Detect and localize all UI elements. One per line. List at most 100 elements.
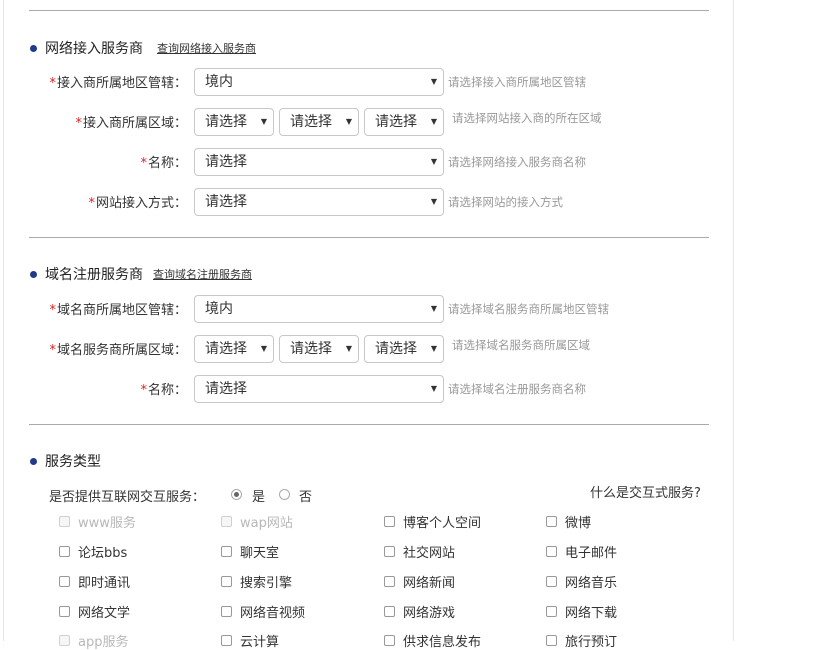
service-option-checkbox[interactable]: [384, 516, 395, 527]
isp-jurisdiction-select[interactable]: 境内 ▼: [194, 68, 444, 96]
registrar-section-header: 域名注册服务商 查询域名注册服务商: [30, 264, 252, 284]
section-bullet-icon: [30, 270, 37, 278]
service-option-label: www服务: [78, 516, 136, 531]
service-option[interactable]: 论坛bbs: [59, 542, 127, 561]
isp-region-label: *接入商所属区域：: [75, 116, 187, 131]
service-option-label: 社交网站: [403, 546, 456, 561]
service-option-label: 网络音视频: [240, 606, 306, 621]
chevron-down-icon: ▼: [430, 344, 437, 353]
service-option-checkbox[interactable]: [384, 606, 395, 617]
registrar-section-title: 域名注册服务商: [45, 267, 143, 283]
chevron-down-icon: ▼: [430, 157, 437, 166]
service-option[interactable]: 网络音乐: [546, 572, 617, 591]
isp-section-header: 网络接入服务商 查询网络接入服务商: [30, 38, 256, 58]
service-option[interactable]: 电子邮件: [546, 542, 617, 561]
required-mark-icon: *: [75, 116, 82, 131]
service-option[interactable]: 博客个人空间: [384, 512, 481, 531]
chevron-down-icon: ▼: [430, 304, 437, 313]
section-bullet-icon: [30, 44, 37, 52]
interactive-no-radio[interactable]: [279, 489, 290, 500]
service-option-checkbox[interactable]: [546, 606, 557, 617]
registrar-jurisdiction-select[interactable]: 境内 ▼: [194, 295, 444, 323]
service-option-checkbox[interactable]: [59, 606, 70, 617]
page-border-right: [733, 0, 734, 641]
section-bullet-icon: [30, 457, 37, 465]
chevron-down-icon: ▼: [260, 117, 267, 126]
service-option: wap网站: [221, 512, 293, 531]
isp-jurisdiction-hint: 请选择接入商所属地区管辖: [448, 75, 586, 89]
chevron-down-icon: ▼: [430, 117, 437, 126]
interactive-service-question: 是否提供互联网交互服务：: [49, 490, 206, 505]
what-is-interactive-link[interactable]: 什么是交互式服务?: [590, 482, 701, 501]
service-option[interactable]: 即时通讯: [59, 572, 130, 591]
registrar-name-select[interactable]: 请选择 ▼: [194, 375, 444, 403]
service-option-checkbox[interactable]: [546, 576, 557, 587]
isp-access-method-label: *网站接入方式：: [88, 196, 187, 211]
service-option[interactable]: 聊天室: [221, 542, 279, 561]
required-mark-icon: *: [140, 156, 147, 171]
service-option-label: 网络游戏: [403, 606, 456, 621]
query-registrar-link[interactable]: 查询域名注册服务商: [153, 266, 252, 282]
service-option-label: 博客个人空间: [403, 516, 482, 531]
service-option-checkbox[interactable]: [59, 576, 70, 587]
service-option[interactable]: 网络新闻: [384, 572, 455, 591]
registrar-region-province-select[interactable]: 请选择 ▼: [194, 335, 274, 363]
isp-region-province-select[interactable]: 请选择 ▼: [194, 108, 274, 136]
divider: [29, 424, 709, 425]
isp-name-select[interactable]: 请选择 ▼: [194, 148, 444, 176]
query-isp-link[interactable]: 查询网络接入服务商: [157, 40, 256, 56]
page-border-left: [3, 0, 4, 641]
interactive-yes-label[interactable]: 是: [252, 486, 265, 505]
service-option[interactable]: 网络游戏: [384, 602, 455, 621]
divider: [29, 237, 709, 238]
service-option-label: 论坛bbs: [78, 546, 128, 561]
service-option-checkbox[interactable]: [546, 516, 557, 527]
chevron-down-icon: ▼: [260, 344, 267, 353]
registrar-jurisdiction-hint: 请选择域名服务商所属地区管辖: [448, 302, 609, 316]
isp-name-label: *名称：: [140, 156, 187, 171]
interactive-yes-radio[interactable]: [231, 489, 242, 500]
required-mark-icon: *: [140, 383, 147, 398]
service-option[interactable]: 网络音视频: [221, 602, 305, 621]
registrar-jurisdiction-label: *域名商所属地区管辖：: [49, 303, 187, 318]
required-mark-icon: *: [49, 303, 56, 318]
registrar-name-label: *名称：: [140, 383, 187, 398]
isp-access-method-select[interactable]: 请选择 ▼: [194, 188, 444, 216]
service-section-title: 服务类型: [45, 454, 101, 470]
chevron-down-icon: ▼: [430, 384, 437, 393]
isp-region-city-select[interactable]: 请选择 ▼: [279, 108, 359, 136]
service-option-checkbox[interactable]: [384, 546, 395, 557]
registrar-region-district-select[interactable]: 请选择 ▼: [364, 335, 444, 363]
service-option-checkbox[interactable]: [221, 576, 232, 587]
registrar-region-label: *域名服务商所属区域：: [49, 343, 187, 358]
service-option[interactable]: 搜索引擎: [221, 572, 292, 591]
chevron-down-icon: ▼: [430, 77, 437, 86]
service-option[interactable]: 网络文学: [59, 602, 130, 621]
interactive-no-label[interactable]: 否: [299, 486, 312, 505]
chevron-down-icon: ▼: [430, 197, 437, 206]
service-option[interactable]: 微博: [546, 512, 591, 531]
chevron-down-icon: ▼: [345, 344, 352, 353]
service-option-checkbox[interactable]: [59, 546, 70, 557]
registrar-region-city-select[interactable]: 请选择 ▼: [279, 335, 359, 363]
service-option-checkbox[interactable]: [221, 546, 232, 557]
service-option-label: 电子邮件: [565, 546, 618, 561]
service-option-checkbox[interactable]: [221, 606, 232, 617]
divider: [29, 10, 709, 11]
required-mark-icon: *: [49, 76, 56, 91]
service-option-label: 网络下载: [565, 606, 618, 621]
service-option[interactable]: 社交网站: [384, 542, 455, 561]
service-option-label: 搜索引擎: [240, 576, 293, 591]
required-mark-icon: *: [49, 343, 56, 358]
service-option-label: wap网站: [240, 516, 293, 531]
service-option-checkbox[interactable]: [384, 576, 395, 587]
registrar-region-hint: 请选择域名服务商所属区域: [452, 338, 590, 352]
service-option-label: 聊天室: [240, 546, 280, 561]
isp-region-district-select[interactable]: 请选择 ▼: [364, 108, 444, 136]
isp-access-method-hint: 请选择网站的接入方式: [448, 195, 563, 209]
chevron-down-icon: ▼: [345, 117, 352, 126]
service-option-checkbox[interactable]: [546, 546, 557, 557]
service-option[interactable]: 网络下载: [546, 602, 617, 621]
required-mark-icon: *: [88, 196, 95, 211]
isp-section-title: 网络接入服务商: [45, 41, 143, 57]
